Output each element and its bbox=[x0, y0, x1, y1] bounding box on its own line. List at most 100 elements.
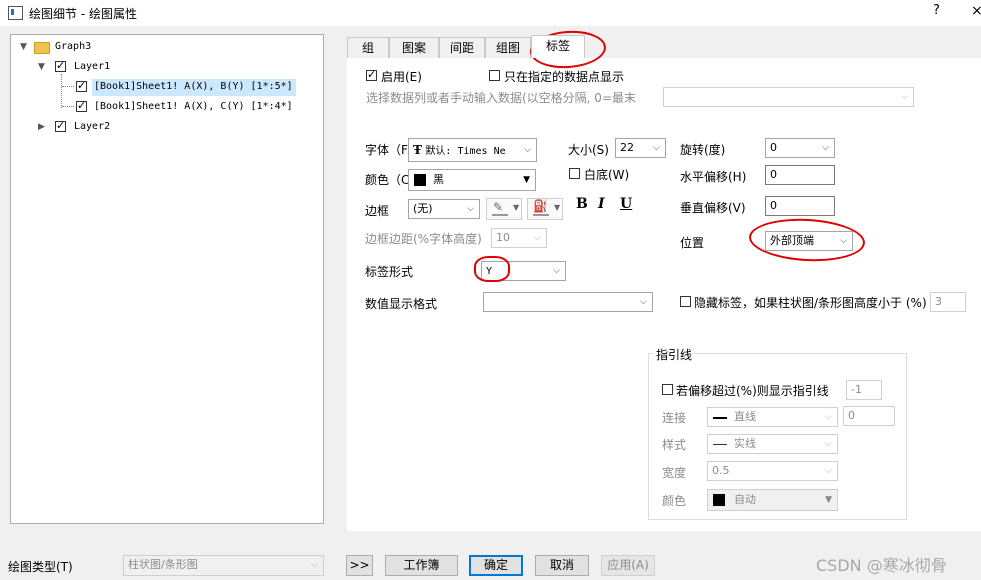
rotate-value: 0 bbox=[770, 141, 777, 154]
tab-spacing[interactable]: 间距 bbox=[439, 37, 485, 58]
tree-item-plot1[interactable]: [Book1]Sheet1! A(X), B(Y) [1*:5*] bbox=[94, 81, 293, 92]
window-title: 绘图细节 - 绘图属性 bbox=[29, 7, 137, 21]
width-label: 宽度 bbox=[662, 466, 687, 480]
connect-combo[interactable]: 直线 ⌵ bbox=[707, 407, 838, 427]
underline-button[interactable]: U bbox=[620, 196, 632, 212]
hide-label-input[interactable]: 3 bbox=[930, 292, 966, 312]
label-form-combo[interactable]: Y ⌵ bbox=[481, 261, 566, 281]
tree-guide-line bbox=[61, 74, 63, 108]
border-combo[interactable]: (无) ⌵ bbox=[408, 199, 480, 219]
white-bg-label: 白底(W) bbox=[584, 168, 630, 182]
v-offset-input[interactable]: 0 bbox=[765, 196, 835, 216]
caret-down-icon: ▼ bbox=[554, 203, 561, 212]
style-label: 样式 bbox=[662, 438, 687, 452]
tree-item-graph[interactable]: Graph3 bbox=[55, 41, 91, 52]
collapse-icon[interactable]: ▼ bbox=[20, 42, 27, 52]
color-value: 黑 bbox=[433, 173, 444, 186]
position-combo[interactable]: 外部顶端 ⌵ bbox=[765, 231, 853, 251]
show-leader-input[interactable]: -1 bbox=[846, 380, 882, 400]
color-swatch bbox=[713, 494, 725, 506]
chevron-down-icon: ⌵ bbox=[640, 297, 647, 307]
tab-group-plot[interactable]: 组图 bbox=[485, 37, 531, 58]
color-label: 颜色（C bbox=[365, 173, 410, 187]
chevron-down-icon: ⌵ bbox=[825, 466, 832, 476]
size-combo[interactable]: 22 ⌵ bbox=[615, 138, 666, 158]
chevron-down-icon: ⌵ bbox=[825, 412, 832, 422]
chevron-down-icon: ⌵ bbox=[901, 92, 908, 102]
tree-item-layer1[interactable]: Layer1 bbox=[74, 61, 110, 72]
label-form-value: Y bbox=[486, 266, 493, 277]
leader-color-value: 自动 bbox=[734, 493, 756, 506]
hide-label-checkbox[interactable] bbox=[680, 296, 691, 307]
fill-color-button[interactable]: ⛽ ▼ bbox=[527, 198, 563, 220]
collapse-icon[interactable]: ▼ bbox=[38, 62, 45, 72]
help-button[interactable]: ? bbox=[933, 3, 940, 18]
style-combo[interactable]: 实线 ⌵ bbox=[707, 434, 838, 454]
close-button[interactable]: × bbox=[971, 3, 981, 19]
style-value: 实线 bbox=[734, 437, 756, 450]
workbook-button[interactable]: 工作簿 bbox=[385, 555, 458, 576]
tree-guide-line bbox=[62, 86, 74, 88]
position-value: 外部顶端 bbox=[770, 234, 814, 247]
expand-icon[interactable]: ▶ bbox=[38, 122, 45, 132]
caret-down-icon: ▼ bbox=[513, 203, 520, 212]
color-combo[interactable]: 黑 ▼ bbox=[408, 169, 536, 191]
h-offset-input[interactable]: 0 bbox=[765, 165, 835, 185]
tab-group[interactable]: 组 bbox=[347, 37, 389, 58]
border-label: 边框 bbox=[365, 204, 390, 218]
bold-button[interactable]: B bbox=[576, 196, 588, 212]
h-offset-label: 水平偏移(H) bbox=[680, 170, 747, 184]
width-combo[interactable]: 0.5 ⌵ bbox=[707, 461, 838, 481]
v-offset-label: 垂直偏移(V) bbox=[680, 201, 746, 215]
cancel-button[interactable]: 取消 bbox=[535, 555, 589, 576]
plot-type-combo[interactable]: 柱状图/条形图 ⌵ bbox=[123, 555, 324, 576]
caret-down-icon: ▼ bbox=[523, 175, 530, 185]
leader-color-label: 颜色 bbox=[662, 494, 687, 508]
plot1-checkbox[interactable] bbox=[76, 79, 87, 92]
chevron-down-icon: ⌵ bbox=[534, 233, 541, 243]
border-value: (无) bbox=[413, 202, 433, 215]
fill-color-bar bbox=[533, 214, 549, 216]
plot2-checkbox[interactable] bbox=[76, 99, 87, 112]
font-label: 字体（F bbox=[365, 143, 408, 157]
folder-icon bbox=[34, 42, 50, 54]
position-label: 位置 bbox=[680, 236, 705, 250]
enable-label: 启用(E) bbox=[381, 70, 422, 84]
chevron-down-icon: ⌵ bbox=[653, 143, 660, 153]
tab-pattern[interactable]: 图案 bbox=[389, 37, 439, 58]
chevron-down-icon: ⌵ bbox=[311, 560, 318, 570]
italic-button[interactable]: I bbox=[598, 196, 605, 212]
tree-item-layer2[interactable]: Layer2 bbox=[74, 121, 110, 132]
app-icon bbox=[8, 6, 23, 20]
chevron-down-icon: ⌵ bbox=[467, 204, 474, 214]
data-point-combo[interactable]: ⌵ bbox=[663, 87, 914, 107]
connect-extra-input[interactable]: 0 bbox=[843, 406, 895, 426]
border-margin-combo[interactable]: 10 ⌵ bbox=[491, 228, 547, 248]
only-specified-checkbox[interactable] bbox=[489, 70, 500, 81]
plot-type-value: 柱状图/条形图 bbox=[128, 558, 198, 571]
width-value: 0.5 bbox=[712, 464, 730, 477]
number-format-label: 数值显示格式 bbox=[365, 297, 438, 311]
apply-button[interactable]: 应用(A) bbox=[601, 555, 655, 576]
tree-item-plot2[interactable]: [Book1]Sheet1! A(X), C(Y) [1*:4*] bbox=[94, 101, 293, 112]
white-bg-checkbox[interactable] bbox=[569, 168, 580, 179]
layer2-checkbox[interactable] bbox=[55, 119, 66, 132]
chevron-down-icon: ⌵ bbox=[840, 236, 847, 246]
border-color-button[interactable]: ✎ ▼ bbox=[486, 198, 522, 220]
show-leader-checkbox[interactable] bbox=[662, 384, 673, 395]
enable-checkbox[interactable] bbox=[366, 68, 377, 81]
leader-color-combo[interactable]: 自动 ▼ bbox=[707, 489, 838, 511]
title-bar: 绘图细节 - 绘图属性 ? × bbox=[0, 0, 981, 26]
rotate-combo[interactable]: 0 ⌵ bbox=[765, 138, 835, 158]
layer1-checkbox[interactable] bbox=[55, 59, 66, 72]
expand-button[interactable]: >> bbox=[346, 555, 373, 576]
rotate-label: 旋转(度) bbox=[680, 143, 726, 157]
font-combo[interactable]: Ŧ 默认: Times Ne ⌵ bbox=[408, 138, 537, 162]
number-format-combo[interactable]: ⌵ bbox=[483, 292, 653, 312]
border-margin-value: 10 bbox=[496, 231, 510, 244]
ok-button[interactable]: 确定 bbox=[469, 555, 523, 576]
show-leader-label: 若偏移超过(%)则显示指引线 bbox=[676, 384, 829, 398]
tab-labels[interactable]: 标签 bbox=[531, 35, 585, 58]
only-specified-label: 只在指定的数据点显示 bbox=[504, 70, 625, 84]
hide-label-text: 隐藏标签，如果柱状图/条形图高度小于 (%) bbox=[694, 296, 927, 310]
